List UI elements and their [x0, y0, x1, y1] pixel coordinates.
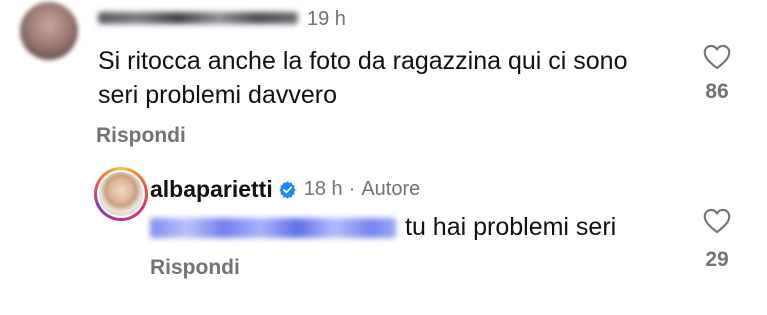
reply-like: 29 — [697, 208, 737, 272]
comment-text: Si ritocca anche la foto da ragazzina qu… — [98, 47, 628, 109]
reply-button[interactable]: Rispondi — [150, 256, 240, 280]
author-avatar-photo — [99, 172, 143, 216]
heart-outline-icon[interactable] — [703, 44, 731, 70]
author-tag: Autore — [361, 177, 421, 200]
mention-blurred[interactable] — [150, 218, 396, 238]
comment-like: 86 — [697, 44, 737, 104]
reply-text: tu hai problemi seri — [405, 213, 617, 241]
heart-outline-icon[interactable] — [703, 208, 731, 234]
like-count: 29 — [705, 248, 729, 271]
separator-dot: · — [348, 177, 356, 200]
comment-timestamp: 19 h — [307, 8, 346, 30]
author-reply: albaparietti 18 h · Autore tu hai proble… — [0, 160, 767, 315]
like-count: 86 — [705, 80, 729, 103]
verified-badge-icon — [279, 180, 296, 199]
reply-timestamp: 18 h — [303, 177, 343, 200]
comment: 19 h Si ritocca anche la foto da ragazzi… — [0, 0, 767, 150]
author-username[interactable]: albaparietti — [150, 176, 273, 203]
avatar-story-ring-gap — [97, 170, 145, 218]
commenter-avatar[interactable] — [20, 2, 78, 60]
author-avatar[interactable] — [94, 167, 148, 221]
commenter-username-blurred[interactable] — [98, 12, 298, 24]
reply-button[interactable]: Rispondi — [96, 124, 186, 148]
reply-header: albaparietti 18 h · Autore — [150, 174, 420, 204]
